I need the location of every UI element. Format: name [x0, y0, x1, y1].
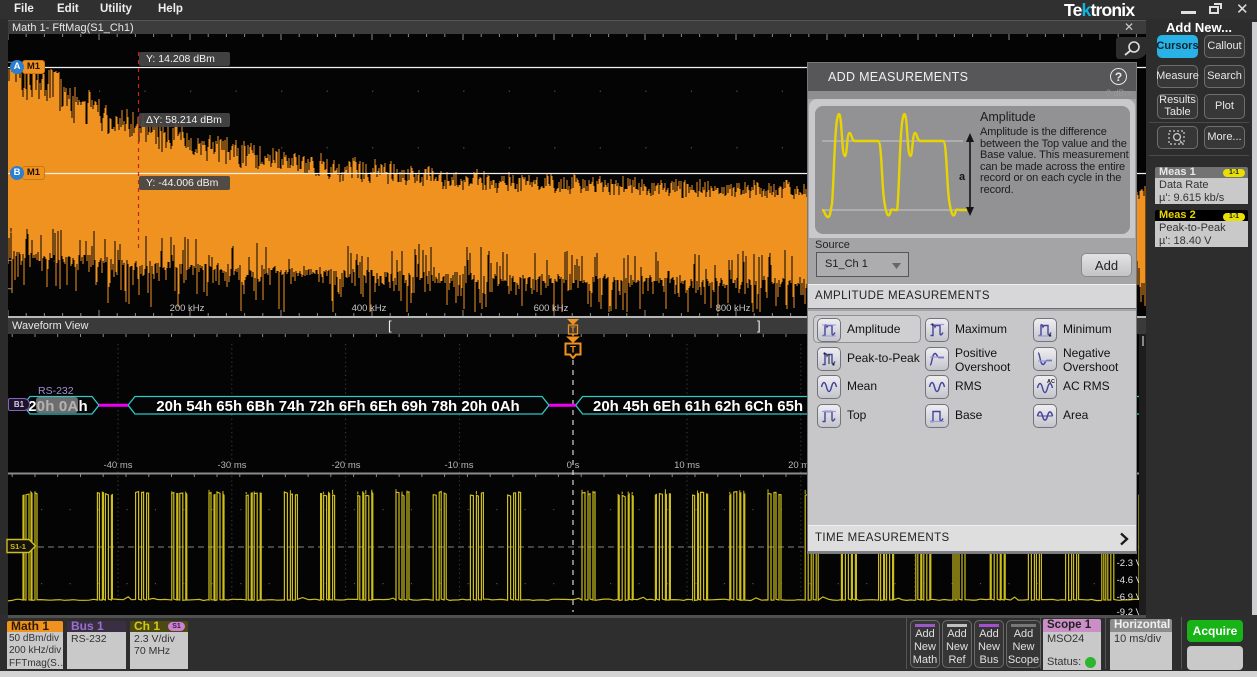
svg-text:S1-1: S1-1: [10, 542, 26, 551]
svg-text:a: a: [959, 171, 966, 183]
svg-text:T: T: [571, 326, 576, 335]
svg-text:AC: AC: [1047, 379, 1055, 385]
svg-text:T: T: [570, 345, 576, 356]
